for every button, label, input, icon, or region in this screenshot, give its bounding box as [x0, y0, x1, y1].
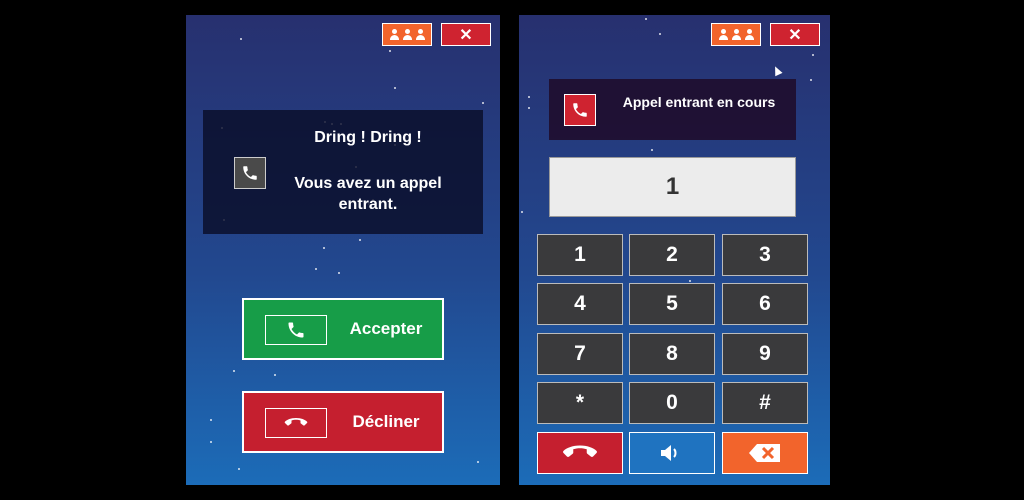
key-1[interactable]: 1 [537, 234, 623, 276]
speaker-icon [661, 445, 677, 461]
call-status-text: Appel entrant en cours [622, 94, 776, 110]
star [240, 38, 242, 40]
key-9[interactable]: 9 [722, 333, 808, 375]
backspace-button[interactable] [722, 432, 808, 474]
phone-hangup-icon [265, 408, 327, 438]
key-5[interactable]: 5 [629, 283, 715, 325]
key-hash[interactable]: # [722, 382, 808, 424]
star [338, 272, 340, 274]
key-star[interactable]: * [537, 382, 623, 424]
star [528, 107, 530, 109]
decline-label: Décliner [352, 412, 420, 431]
dial-display: 1 [549, 157, 796, 217]
hangup-button[interactable] [537, 432, 623, 474]
key-2[interactable]: 2 [629, 234, 715, 276]
incoming-call-text: Vous avez un appel entrant. [294, 175, 442, 213]
contacts-icon [389, 29, 426, 40]
star [645, 18, 647, 20]
star [315, 268, 317, 270]
contacts-button[interactable] [711, 23, 761, 46]
accept-button[interactable]: Accepter [242, 298, 444, 360]
star [233, 370, 235, 372]
key-6[interactable]: 6 [722, 283, 808, 325]
key-0[interactable]: 0 [629, 382, 715, 424]
star [810, 79, 812, 81]
star [210, 441, 212, 443]
close-icon: ✕ [459, 26, 473, 44]
key-8[interactable]: 8 [629, 333, 715, 375]
contacts-icon [718, 29, 755, 40]
key-3[interactable]: 3 [722, 234, 808, 276]
star [477, 461, 479, 463]
speaker-button[interactable] [629, 432, 715, 474]
incoming-call-message-box: Dring ! Dring ! Vous avez un appel entra… [203, 110, 483, 234]
dialer-panel: ✕ Appel entrant en cours 1 1 2 3 4 5 6 7… [519, 15, 830, 485]
phone-icon [564, 94, 596, 126]
star [359, 239, 361, 241]
ring-title: Dring ! Dring ! [314, 129, 422, 146]
phone-icon [234, 157, 266, 189]
star [394, 87, 396, 89]
accept-label: Accepter [349, 319, 423, 338]
call-status-box: Appel entrant en cours [549, 79, 796, 140]
star [528, 96, 530, 98]
close-icon: ✕ [788, 26, 802, 44]
star [521, 211, 523, 213]
star [238, 468, 240, 470]
star [482, 102, 484, 104]
star [689, 280, 691, 282]
star [323, 247, 325, 249]
star [812, 54, 814, 56]
contacts-button[interactable] [382, 23, 432, 46]
phone-accept-icon [265, 315, 327, 345]
close-button[interactable]: ✕ [441, 23, 491, 46]
star [274, 374, 276, 376]
phone-hangup-icon [563, 445, 597, 457]
key-4[interactable]: 4 [537, 283, 623, 325]
star [659, 33, 661, 35]
incoming-call-panel: ✕ Dring ! Dring ! Vous avez un appel ent… [186, 15, 500, 485]
star [210, 419, 212, 421]
decline-button[interactable]: Décliner [242, 391, 444, 453]
star [389, 50, 391, 52]
key-7[interactable]: 7 [537, 333, 623, 375]
star [651, 149, 653, 151]
close-button[interactable]: ✕ [770, 23, 820, 46]
backspace-icon [749, 444, 780, 462]
